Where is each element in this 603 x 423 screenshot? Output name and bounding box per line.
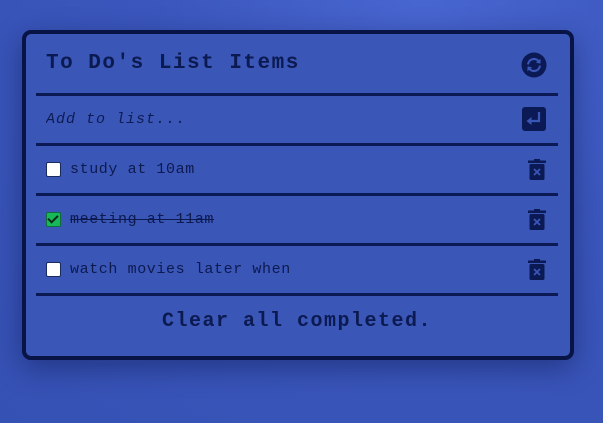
item-label: meeting at 11am [70, 211, 215, 228]
list-item: study at 10am [36, 146, 558, 196]
list-item: watch movies later when [36, 246, 558, 296]
todo-header: To Do's List Items [36, 34, 558, 96]
enter-icon[interactable] [522, 107, 546, 131]
item-checkbox[interactable] [46, 212, 61, 227]
item-checkbox[interactable] [46, 262, 61, 277]
add-item-row [36, 96, 558, 146]
item-label: study at 10am [70, 161, 195, 178]
trash-icon[interactable] [528, 159, 546, 180]
trash-icon[interactable] [528, 209, 546, 230]
todo-card: To Do's List Items study at 10am meeting… [22, 30, 574, 360]
footer: Clear all completed. [36, 296, 558, 346]
refresh-icon[interactable] [521, 52, 547, 78]
clear-completed-button[interactable]: Clear all completed. [162, 310, 432, 333]
trash-icon[interactable] [528, 259, 546, 280]
item-checkbox[interactable] [46, 162, 61, 177]
list-item: meeting at 11am [36, 196, 558, 246]
item-label: watch movies later when [70, 261, 291, 278]
add-item-input[interactable] [44, 103, 488, 136]
page-title: To Do's List Items [46, 52, 300, 75]
